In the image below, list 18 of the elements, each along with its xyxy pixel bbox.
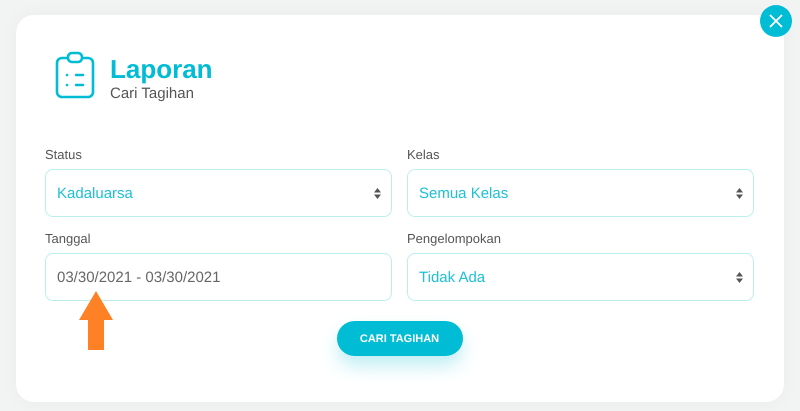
field-label: Pengelompokan	[407, 231, 502, 247]
sort-caret-icon	[736, 272, 743, 282]
date-range-field[interactable]: 03/30/2021 - 03/30/2021	[45, 253, 392, 301]
arrow-up-icon	[79, 291, 113, 350]
select-field[interactable]: Kadaluarsa	[45, 169, 392, 217]
select-field[interactable]: Semua Kelas	[407, 169, 754, 217]
field-label: Status	[45, 147, 83, 163]
sort-caret-icon	[374, 188, 381, 198]
sort-caret-icon	[736, 188, 743, 198]
field-label: Kelas	[407, 147, 441, 163]
search-button[interactable]: CARI TAGIHAN	[336, 321, 462, 356]
close-button[interactable]	[760, 5, 792, 37]
close-icon	[769, 14, 783, 28]
select-field[interactable]: Tidak Ada	[407, 253, 754, 301]
field-label: Tanggal	[45, 231, 92, 247]
dialog-subtitle: Cari Tagihan	[110, 84, 195, 104]
dialog-title: Laporan	[110, 54, 213, 84]
clipboard-icon	[55, 51, 95, 99]
